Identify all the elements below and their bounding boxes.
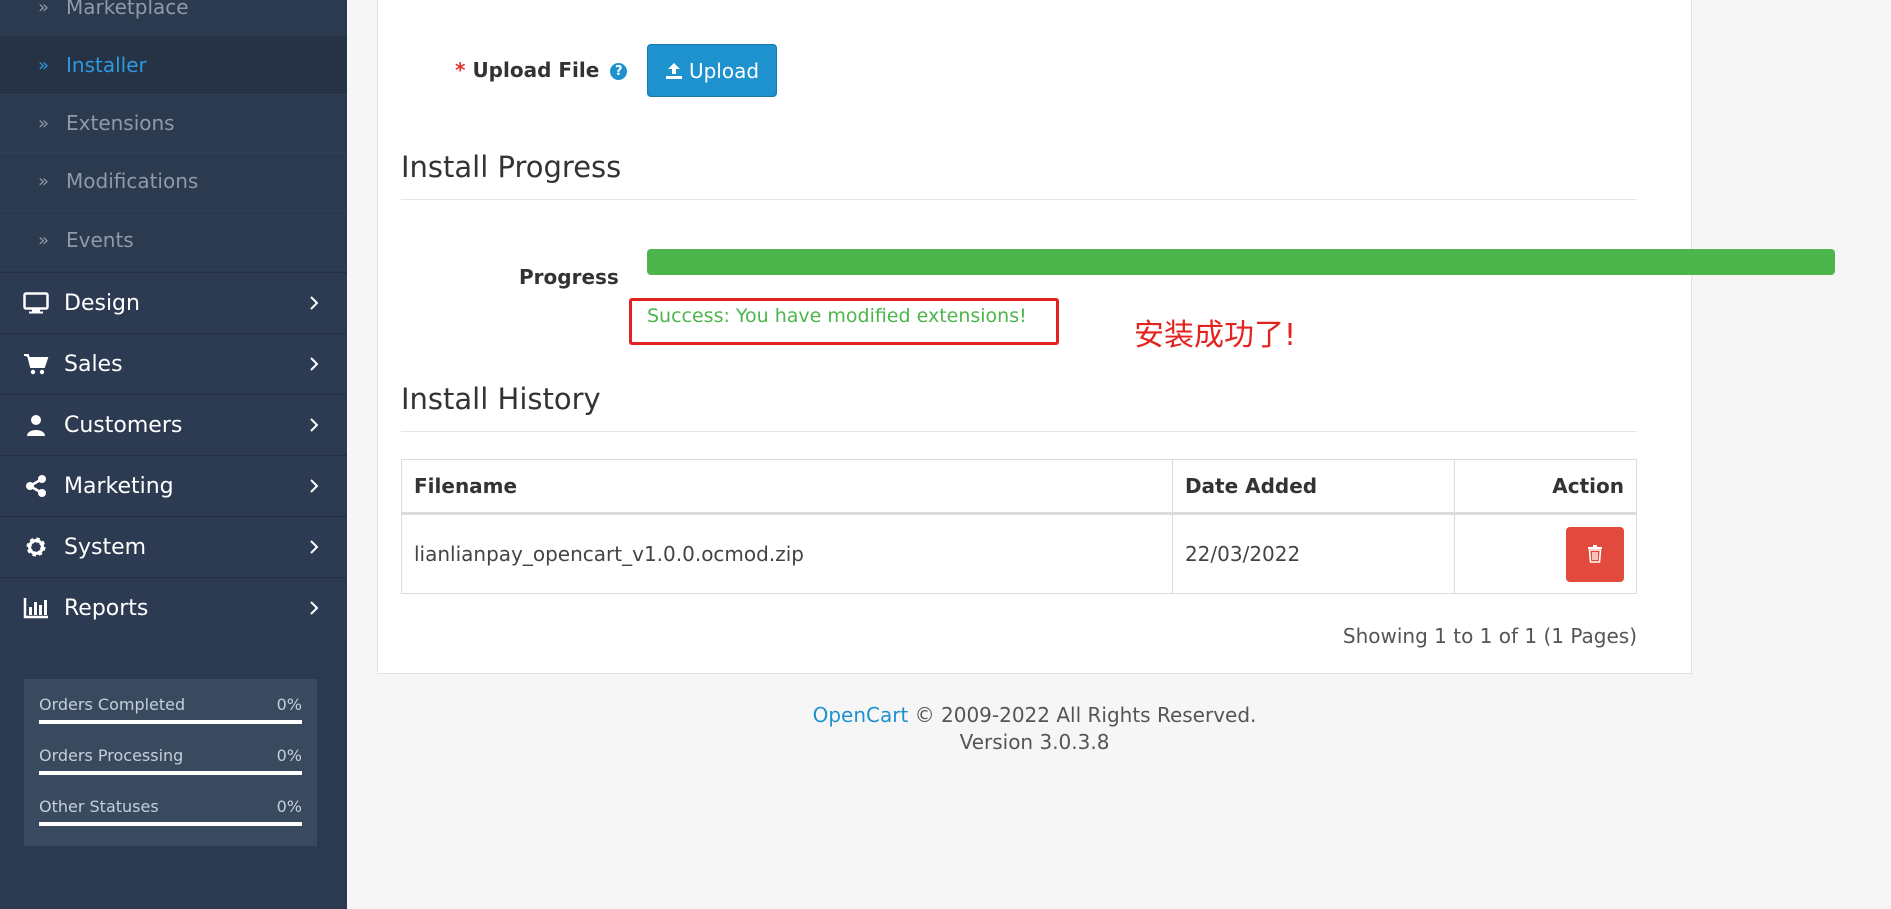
trash-icon — [1587, 545, 1603, 563]
sidebar-item-sales[interactable]: Sales — [0, 333, 347, 394]
footer: OpenCart © 2009-2022 All Rights Reserved… — [377, 702, 1692, 756]
stat-label: Orders Completed — [39, 695, 186, 714]
user-icon — [22, 414, 50, 436]
stat-value: 0% — [276, 797, 302, 816]
chevron-right-icon — [309, 295, 319, 311]
share-icon — [22, 474, 50, 498]
install-progress-title: Install Progress — [401, 150, 622, 184]
monitor-icon — [22, 292, 50, 314]
sidebar-item-marketplace[interactable]: » Marketplace — [0, 0, 347, 37]
stat-value: 0% — [276, 695, 302, 714]
copyright-text: © 2009-2022 All Rights Reserved. — [908, 703, 1257, 727]
chevron-right-icon — [309, 356, 319, 372]
sidebar: » Marketplace » Installer » Extensions »… — [0, 0, 347, 909]
opencart-link[interactable]: OpenCart — [813, 703, 909, 727]
cell-date-added: 22/03/2022 — [1171, 513, 1456, 594]
table-header-row: Filename Date Added Action — [401, 459, 1637, 515]
stat-value: 0% — [276, 746, 302, 765]
stat-progress-fill — [39, 720, 302, 724]
column-header-action: Action — [1454, 459, 1637, 515]
help-icon[interactable]: ? — [610, 63, 628, 80]
stat-label: Orders Processing — [39, 746, 184, 765]
divider — [401, 199, 1637, 200]
upload-button-label: Upload — [688, 58, 760, 83]
chevron-right-icon — [309, 478, 319, 494]
sidebar-item-installer[interactable]: » Installer — [0, 36, 347, 95]
double-chevron-right-icon: » — [38, 112, 50, 134]
order-stats-panel: Orders Completed 0% Orders Processing 0%… — [24, 679, 317, 846]
sidebar-item-system[interactable]: System — [0, 516, 347, 577]
install-progress-fill — [647, 249, 1835, 275]
stat-orders-processing: Orders Processing 0% — [39, 746, 302, 775]
sidebar-item-label: Reports — [64, 595, 149, 621]
pagination-text: Showing 1 to 1 of 1 (1 Pages) — [1342, 624, 1637, 648]
stat-label: Other Statuses — [39, 797, 159, 816]
stat-progress-fill — [39, 822, 302, 826]
sidebar-item-events[interactable]: » Events — [0, 211, 347, 270]
divider — [401, 431, 1637, 432]
install-progress-bar — [647, 249, 1835, 275]
table-row: lianlianpay_opencart_v1.0.0.ocmod.zip 22… — [401, 513, 1637, 594]
delete-button[interactable] — [1566, 526, 1624, 582]
sidebar-item-label: Marketing — [64, 473, 174, 499]
gear-icon — [22, 535, 50, 559]
sidebar-item-label: Installer — [66, 53, 147, 77]
cell-filename: lianlianpay_opencart_v1.0.0.ocmod.zip — [401, 513, 1173, 594]
sidebar-item-modifications[interactable]: » Modifications — [0, 152, 347, 211]
version-text: Version 3.0.3.8 — [959, 730, 1110, 754]
install-history-table: Filename Date Added Action lianlianpay_o… — [401, 459, 1637, 594]
stat-other-statuses: Other Statuses 0% — [39, 797, 302, 826]
double-chevron-right-icon: » — [38, 170, 50, 192]
upload-file-label-text: Upload File — [472, 58, 600, 82]
double-chevron-right-icon: » — [38, 229, 50, 251]
stat-progress-bar — [39, 720, 302, 724]
sidebar-item-label: Events — [66, 228, 134, 252]
sidebar-item-label: Modifications — [66, 169, 199, 193]
chevron-right-icon — [309, 539, 319, 555]
required-mark: * — [455, 58, 466, 82]
sidebar-item-customers[interactable]: Customers — [0, 394, 347, 455]
upload-button[interactable]: Upload — [647, 44, 777, 97]
column-header-date-added[interactable]: Date Added — [1171, 459, 1456, 515]
sidebar-item-label: Customers — [64, 412, 183, 438]
sidebar-item-label: Marketplace — [66, 0, 189, 19]
chevron-right-icon — [309, 417, 319, 433]
sidebar-item-extensions[interactable]: » Extensions — [0, 94, 347, 153]
sidebar-item-label: Sales — [64, 351, 123, 377]
stat-progress-bar — [39, 771, 302, 775]
sidebar-item-label: Extensions — [66, 111, 175, 135]
stat-orders-completed: Orders Completed 0% — [39, 695, 302, 724]
sidebar-item-label: Design — [64, 290, 140, 316]
stat-progress-bar — [39, 822, 302, 826]
progress-label: Progress — [519, 265, 619, 289]
double-chevron-right-icon: » — [38, 0, 50, 18]
sidebar-item-reports[interactable]: Reports — [0, 577, 347, 638]
bar-chart-icon — [22, 597, 50, 619]
upload-file-label: * Upload File ? — [455, 58, 628, 82]
chevron-right-icon — [309, 600, 319, 616]
upload-icon — [665, 62, 683, 80]
sidebar-item-label: System — [64, 534, 147, 560]
cart-icon — [22, 353, 50, 375]
install-history-title: Install History — [401, 382, 601, 416]
sidebar-item-design[interactable]: Design — [0, 272, 347, 333]
double-chevron-right-icon: » — [38, 54, 50, 76]
sidebar-item-marketing[interactable]: Marketing — [0, 455, 347, 516]
column-header-filename[interactable]: Filename — [401, 459, 1173, 515]
stat-progress-fill — [39, 771, 302, 775]
annotation-text: 安装成功了! — [1134, 318, 1297, 353]
installer-panel: * Upload File ? Upload Install Progress … — [377, 0, 1835, 674]
success-message: Success: You have modified extensions! — [647, 305, 1027, 327]
cell-action — [1454, 513, 1637, 594]
